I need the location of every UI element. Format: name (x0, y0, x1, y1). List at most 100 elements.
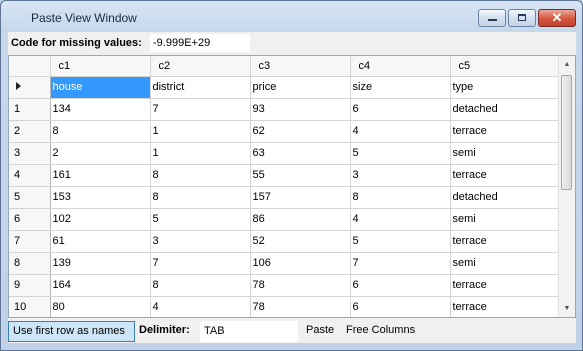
table-row: 2 8 1 62 4 terrace (9, 120, 561, 143)
grid-cell[interactable]: 80 (50, 296, 151, 317)
grid-cell[interactable]: 6 (350, 274, 451, 297)
column-header-c5[interactable]: c5 (450, 56, 561, 77)
column-header-c2[interactable]: c2 (150, 56, 251, 77)
grid-cell[interactable]: 8 (150, 186, 251, 209)
row-header[interactable]: 1 (9, 98, 51, 121)
close-button[interactable]: ✕ (538, 9, 576, 27)
table-row: 8 139 7 106 7 semi (9, 252, 561, 275)
grid-cell[interactable]: price (250, 76, 351, 99)
delimiter-field[interactable]: TAB (200, 321, 298, 342)
row-header[interactable] (9, 76, 51, 99)
grid-cell[interactable]: 5 (350, 142, 451, 165)
grid-cell[interactable]: terrace (450, 296, 561, 317)
grid-cell[interactable]: 4 (150, 296, 251, 317)
maximize-button[interactable] (508, 9, 536, 27)
row-header[interactable]: 7 (9, 230, 51, 253)
missing-values-label: Code for missing values: (11, 37, 142, 49)
grid-cell[interactable]: 1 (150, 142, 251, 165)
maximize-icon (518, 14, 526, 21)
grid-cell[interactable]: 55 (250, 164, 351, 187)
table-row: 3 2 1 63 5 semi (9, 142, 561, 165)
grid-cell[interactable]: house (50, 76, 151, 99)
grid-cell[interactable]: 139 (50, 252, 151, 275)
row-header[interactable]: 5 (9, 186, 51, 209)
scroll-up-icon[interactable]: ▲ (559, 56, 575, 73)
grid-cell[interactable]: 157 (250, 186, 351, 209)
grid-cell[interactable]: 62 (250, 120, 351, 143)
grid-cell[interactable]: type (450, 76, 561, 99)
table-row: house district price size type (9, 76, 561, 99)
grid-cell[interactable]: 2 (50, 142, 151, 165)
grid-cell[interactable]: detached (450, 98, 561, 121)
row-header[interactable]: 9 (9, 274, 51, 297)
row-header[interactable]: 10 (9, 296, 51, 317)
grid-cell[interactable]: 8 (350, 186, 451, 209)
grid-cell[interactable]: 7 (350, 252, 451, 275)
grid-cell[interactable]: 5 (150, 208, 251, 231)
grid-cell[interactable]: 1 (150, 120, 251, 143)
grid-cell[interactable]: 3 (150, 230, 251, 253)
missing-values-row: Code for missing values: -9.999E+29 (8, 32, 576, 54)
grid-cell[interactable]: 6 (350, 296, 451, 317)
table-row: 7 61 3 52 5 terrace (9, 230, 561, 253)
grid-cell[interactable]: detached (450, 186, 561, 209)
column-header-row: c1 c2 c3 c4 c5 (9, 56, 561, 77)
use-first-row-as-names-button[interactable]: Use first row as names (8, 321, 135, 342)
grid-cell[interactable]: 3 (350, 164, 451, 187)
title-bar[interactable]: Paste View Window ✕ (1, 1, 582, 33)
grid-cell[interactable]: terrace (450, 230, 561, 253)
scroll-down-icon[interactable]: ▼ (559, 300, 575, 317)
grid-cell[interactable]: 161 (50, 164, 151, 187)
grid-cell[interactable]: 153 (50, 186, 151, 209)
grid-cell[interactable]: semi (450, 142, 561, 165)
grid-cell[interactable]: 8 (50, 120, 151, 143)
grid-cell[interactable]: 102 (50, 208, 151, 231)
grid-cell[interactable]: 93 (250, 98, 351, 121)
table-row: 6 102 5 86 4 semi (9, 208, 561, 231)
data-table: c1 c2 c3 c4 c5 house district price size (9, 56, 561, 317)
row-header[interactable]: 8 (9, 252, 51, 275)
close-icon: ✕ (551, 10, 563, 25)
scrollbar-thumb[interactable] (561, 75, 572, 190)
column-header-c4[interactable]: c4 (350, 56, 451, 77)
grid-cell[interactable]: 6 (350, 98, 451, 121)
current-row-arrow-icon (16, 82, 21, 90)
grid-cell[interactable]: 7 (150, 98, 251, 121)
grid-cell[interactable]: 86 (250, 208, 351, 231)
grid-cell[interactable]: 8 (150, 274, 251, 297)
bottom-bar: Use first row as names Delimiter: TAB Pa… (8, 321, 576, 342)
grid-cell[interactable]: 7 (150, 252, 251, 275)
grid-cell[interactable]: size (350, 76, 451, 99)
grid-cell[interactable]: 5 (350, 230, 451, 253)
grid-cell[interactable]: 61 (50, 230, 151, 253)
grid-cell[interactable]: 164 (50, 274, 151, 297)
vertical-scrollbar[interactable]: ▲ ▼ (558, 56, 575, 317)
grid-cell[interactable]: 4 (350, 120, 451, 143)
grid-cell[interactable]: terrace (450, 274, 561, 297)
row-header[interactable]: 2 (9, 120, 51, 143)
grid-cell[interactable]: district (150, 76, 251, 99)
grid-cell[interactable]: 52 (250, 230, 351, 253)
grid-cell[interactable]: terrace (450, 120, 561, 143)
row-header[interactable]: 4 (9, 164, 51, 187)
grid-cell[interactable]: 4 (350, 208, 451, 231)
grid-cell[interactable]: 78 (250, 274, 351, 297)
free-columns-button[interactable]: Free Columns (346, 324, 415, 336)
row-header[interactable]: 3 (9, 142, 51, 165)
paste-button[interactable]: Paste (306, 324, 334, 336)
data-grid[interactable]: c1 c2 c3 c4 c5 house district price size (8, 55, 576, 318)
row-header[interactable]: 6 (9, 208, 51, 231)
column-header-c1[interactable]: c1 (50, 56, 151, 77)
minimize-button[interactable] (478, 9, 506, 27)
grid-cell[interactable]: 78 (250, 296, 351, 317)
grid-cell[interactable]: 106 (250, 252, 351, 275)
grid-cell[interactable]: 134 (50, 98, 151, 121)
grid-corner[interactable] (9, 56, 51, 77)
grid-cell[interactable]: semi (450, 208, 561, 231)
column-header-c3[interactable]: c3 (250, 56, 351, 77)
missing-values-field[interactable]: -9.999E+29 (150, 34, 250, 52)
grid-cell[interactable]: 63 (250, 142, 351, 165)
grid-cell[interactable]: semi (450, 252, 561, 275)
grid-cell[interactable]: 8 (150, 164, 251, 187)
grid-cell[interactable]: terrace (450, 164, 561, 187)
